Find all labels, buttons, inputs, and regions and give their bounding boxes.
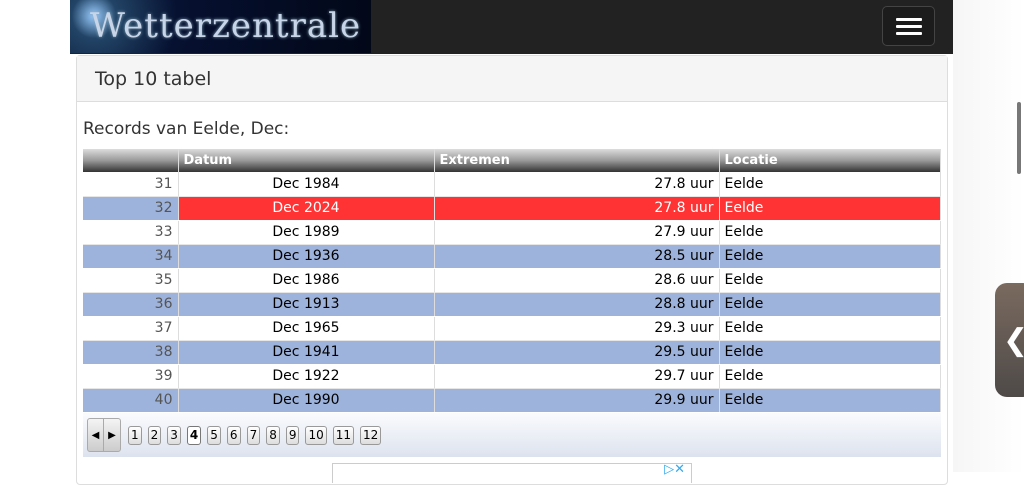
cell-extremen: 28.8 uur — [434, 292, 720, 317]
page-link[interactable]: 3 — [167, 425, 181, 445]
page-links: 1 2 3 4 5 6 7 8 9 10 11 12 — [125, 425, 384, 445]
page-link[interactable]: 11 — [332, 425, 355, 445]
page-link[interactable]: 6 — [226, 425, 241, 445]
top-navbar: Wetterzentrale — [70, 0, 953, 54]
cell-extremen: 27.9 uur — [434, 220, 720, 245]
records-table: Datum Extremen Locatie 31 Dec 1984 27.8 uu… — [83, 149, 941, 413]
cell-locatie: Eelde — [719, 340, 941, 365]
page-link[interactable]: 4 — [186, 425, 202, 445]
cell-extremen: 29.3 uur — [434, 316, 720, 341]
cell-locatie: Eelde — [719, 220, 941, 245]
panel-title: Top 10 tabel — [77, 56, 947, 102]
column-header-rank[interactable] — [83, 149, 179, 172]
hamburger-icon — [896, 18, 922, 21]
cell-datum: Dec 1965 — [178, 316, 435, 341]
hamburger-icon-line — [896, 32, 922, 35]
page-link[interactable]: 8 — [266, 425, 280, 445]
cell-datum: Dec 1989 — [178, 220, 435, 245]
table-row: 34 Dec 1936 28.5 uur Eelde — [83, 244, 941, 269]
column-header-datum[interactable]: Datum — [178, 149, 435, 172]
table-row: 39 Dec 1922 29.7 uur Eelde — [83, 364, 941, 389]
cell-rank: 34 — [83, 244, 179, 269]
cell-locatie: Eelde — [719, 268, 941, 293]
cell-locatie: Eelde — [719, 196, 941, 221]
cell-locatie: Eelde — [719, 172, 941, 197]
page-margin — [953, 0, 1024, 472]
page-link[interactable]: 10 — [305, 425, 327, 445]
table-row: 31 Dec 1984 27.8 uur Eelde — [83, 172, 941, 197]
ad-choices-icon[interactable]: ▷✕ — [664, 462, 685, 477]
logo[interactable]: Wetterzentrale — [70, 0, 371, 53]
cell-extremen: 29.9 uur — [434, 388, 720, 413]
cell-datum: Dec 1990 — [178, 388, 435, 413]
prev-page-button[interactable]: ◀ — [88, 419, 104, 451]
pager: ◀ ▶ 1 2 3 4 5 6 7 8 9 10 11 12 — [83, 413, 941, 457]
cell-datum: Dec 1986 — [178, 268, 435, 293]
column-header-extremen[interactable]: Extremen — [434, 149, 720, 172]
table-row: 32 Dec 2024 27.8 uur Eelde — [83, 196, 941, 221]
cell-datum: Dec 1941 — [178, 340, 435, 365]
page-link[interactable]: 2 — [147, 425, 162, 445]
scrollbar[interactable] — [1017, 102, 1021, 174]
records-subtitle: Records van Eelde, Dec: — [83, 119, 290, 139]
table-row: 38 Dec 1941 29.5 uur Eelde — [83, 340, 941, 365]
cell-rank: 35 — [83, 268, 179, 293]
cell-rank: 38 — [83, 340, 179, 365]
cell-datum: Dec 1913 — [178, 292, 435, 317]
table-row: 40 Dec 1990 29.9 uur Eelde — [83, 388, 941, 413]
hamburger-menu-button[interactable] — [882, 6, 935, 46]
cell-extremen: 27.8 uur — [434, 172, 720, 197]
side-panel-toggle[interactable]: ❮ — [995, 283, 1024, 397]
cell-rank: 31 — [83, 172, 179, 197]
cell-locatie: Eelde — [719, 316, 941, 341]
table-row: 36 Dec 1913 28.8 uur Eelde — [83, 292, 941, 317]
table-row: 37 Dec 1965 29.3 uur Eelde — [83, 316, 941, 341]
cell-locatie: Eelde — [719, 292, 941, 317]
cell-rank: 33 — [83, 220, 179, 245]
cell-extremen: 29.5 uur — [434, 340, 720, 365]
page-link[interactable]: 5 — [207, 425, 221, 445]
pager-nav: ◀ ▶ — [87, 418, 121, 452]
cell-datum: Dec 1936 — [178, 244, 435, 269]
table-row: 35 Dec 1986 28.6 uur Eelde — [83, 268, 941, 293]
cell-locatie: Eelde — [719, 244, 941, 269]
cell-extremen: 28.5 uur — [434, 244, 720, 269]
cell-datum: Dec 1922 — [178, 364, 435, 389]
cell-locatie: Eelde — [719, 388, 941, 413]
column-header-locatie[interactable]: Locatie — [719, 149, 941, 172]
page-link[interactable]: 9 — [285, 425, 300, 445]
cell-rank: 40 — [83, 388, 179, 413]
cell-datum: Dec 1984 — [178, 172, 435, 197]
cell-rank: 32 — [83, 196, 179, 221]
page-link[interactable]: 7 — [246, 425, 261, 445]
cell-rank: 37 — [83, 316, 179, 341]
top10-panel: Top 10 tabel Records van Eelde, Dec: Dat… — [76, 55, 948, 485]
table-row: 33 Dec 1989 27.9 uur Eelde — [83, 220, 941, 245]
next-page-button[interactable]: ▶ — [104, 419, 120, 451]
cell-locatie: Eelde — [719, 364, 941, 389]
cell-rank: 39 — [83, 364, 179, 389]
cell-rank: 36 — [83, 292, 179, 317]
cell-extremen: 29.7 uur — [434, 364, 720, 389]
cell-extremen: 27.8 uur — [434, 196, 720, 221]
page-link[interactable]: 12 — [360, 425, 382, 445]
cell-datum: Dec 2024 — [178, 196, 435, 221]
cell-extremen: 28.6 uur — [434, 268, 720, 293]
chevron-left-icon: ❮ — [1003, 323, 1024, 358]
hamburger-icon-line — [896, 25, 922, 28]
page-link[interactable]: 1 — [128, 425, 142, 445]
ad-banner[interactable]: ▷✕ — [332, 462, 692, 483]
